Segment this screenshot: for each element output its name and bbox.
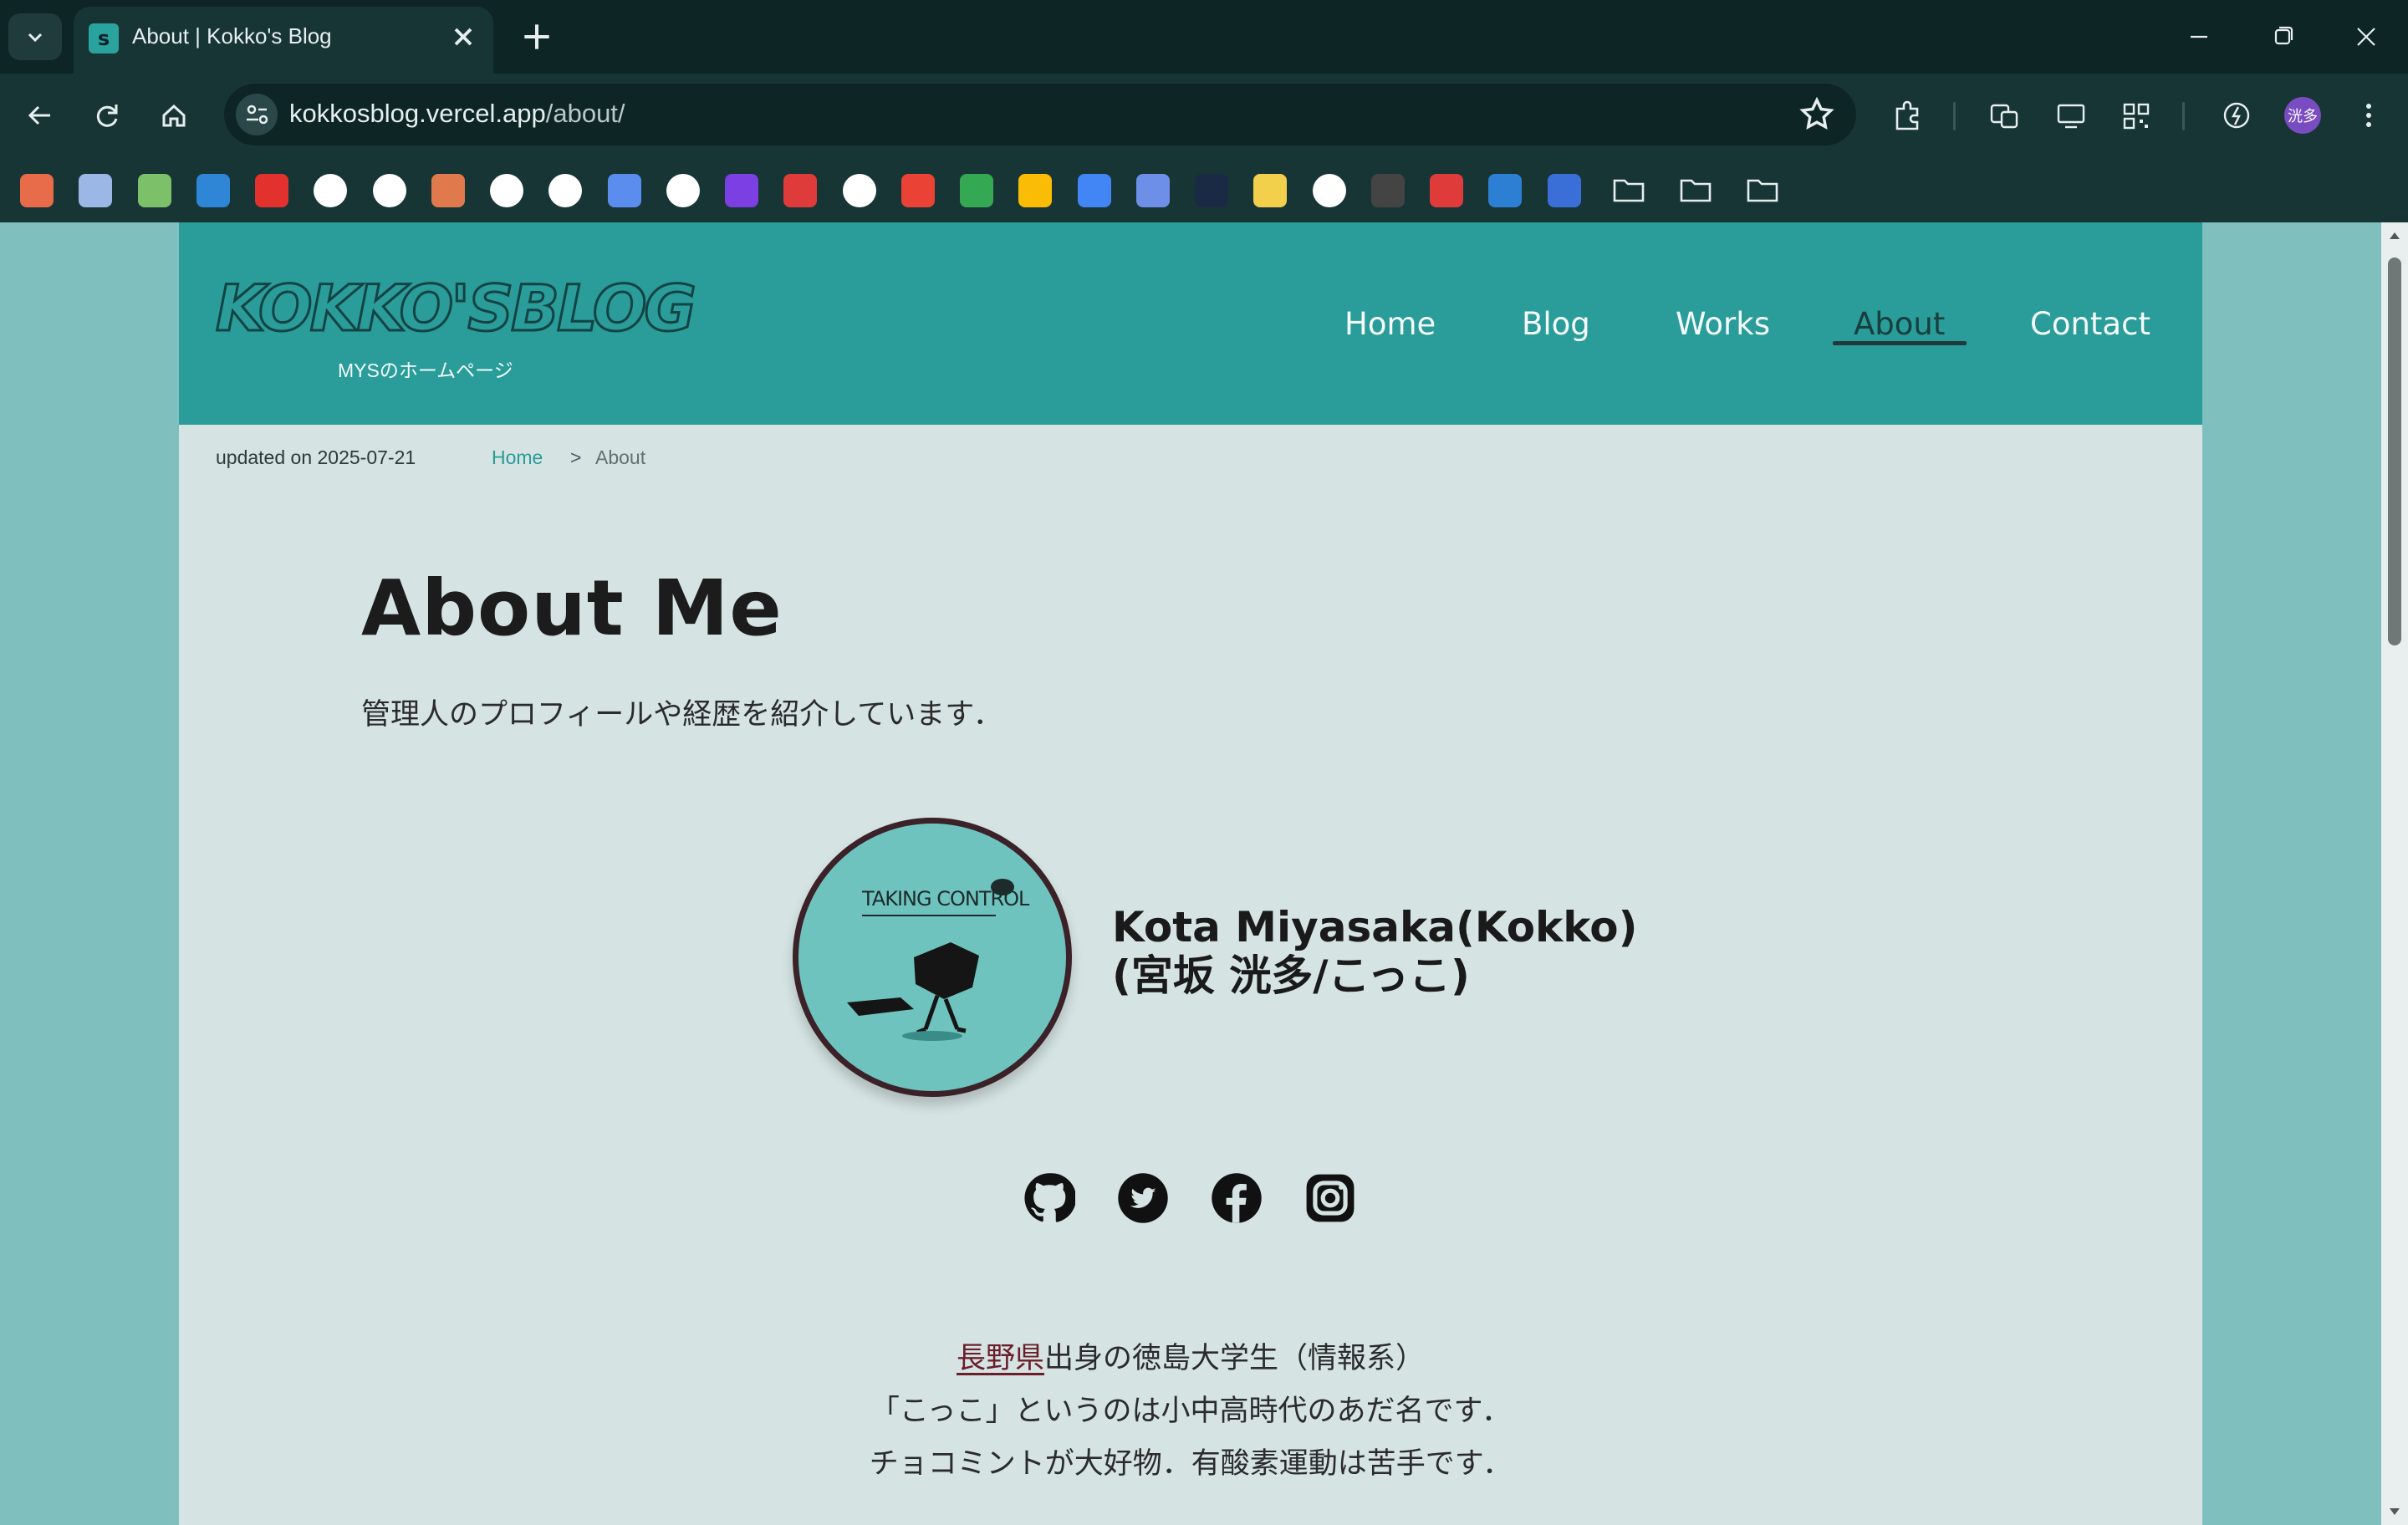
bio-line-2: 「こっこ」というのは小中高時代のあだ名です． [870, 1395, 1512, 1428]
tab-search-button[interactable] [8, 13, 62, 60]
extensions-icon[interactable] [1886, 94, 1928, 137]
bookmark-mask-icon[interactable] [783, 174, 818, 207]
bookmark-notion-icon[interactable] [725, 174, 759, 207]
profile-name: Kota Miyasaka(Kokko) (宮坂 洸多/こっこ) [1112, 903, 1637, 1000]
bio-line-3: チョコミントが大好物．有酸素運動は苦手です． [869, 1447, 1513, 1481]
updated-date: updated on 2025-07-21 [216, 446, 416, 468]
browser-toolbar: kokkosblog.vercel.app/about/ [0, 74, 2408, 157]
restore-icon[interactable] [2258, 15, 2308, 59]
reload-icon[interactable] [85, 94, 129, 137]
twitter-icon[interactable] [1117, 1172, 1169, 1224]
prefecture-link[interactable]: 長野県 [957, 1342, 1044, 1375]
page-subtitle: 管理人のプロフィールや経歴を紹介しています． [361, 698, 1002, 732]
bookmark-dark-icon[interactable] [1370, 174, 1405, 207]
tab-strip: s About | Kokko's Blog [0, 0, 2408, 74]
performance-icon[interactable] [2216, 94, 2258, 137]
breadcrumb-separator: > [570, 446, 582, 468]
facebook-icon[interactable] [1211, 1172, 1263, 1224]
bookmark-edge-icon[interactable] [1547, 174, 1581, 207]
profile-name-japanese: (宮坂 洸多/こっこ) [1112, 951, 1470, 1000]
avatar: TAKING CONTROL [793, 818, 1072, 1097]
bookmark-gmail-icon[interactable] [900, 174, 935, 207]
scroll-up-icon[interactable] [2386, 227, 2403, 244]
bookmark-youtube-icon[interactable] [255, 174, 288, 207]
bookmark-folder-icon[interactable] [1610, 172, 1647, 207]
nav-about[interactable]: About [1854, 306, 1945, 342]
tune-icon [247, 105, 268, 125]
site-container: KOKKO'SBLOG MYSのホームページ Home Blog Works A… [179, 222, 2202, 1525]
page-title: About Me [361, 564, 783, 653]
bookmark-maps-icon[interactable] [960, 174, 994, 207]
bookmark-refresh-icon[interactable] [1430, 174, 1464, 207]
bookmark-github-icon[interactable] [314, 174, 348, 207]
site-tagline: MYSのホームページ [338, 360, 513, 381]
nav-active-underline [1833, 341, 1967, 345]
toolbar-separator [2182, 102, 2185, 130]
bookmark-folder-icon[interactable] [1744, 172, 1781, 207]
github-icon[interactable] [1023, 1172, 1075, 1224]
bookmark-calendar-icon[interactable] [1077, 174, 1111, 207]
bio-line-1-text: 出身の徳島大学生（情報系） [1044, 1342, 1426, 1375]
bookmark-onedrive-icon[interactable] [196, 174, 230, 207]
chevron-down-icon [28, 33, 43, 43]
site-favicon-icon: s [89, 23, 119, 54]
nav-home[interactable]: Home [1344, 306, 1436, 342]
bio-line-1: 長野県出身の徳島大学生（情報系） [179, 1334, 2202, 1377]
bookmark-qr-icon[interactable] [1312, 174, 1346, 207]
translate-icon[interactable] [1983, 94, 2025, 137]
scrollbar-thumb[interactable] [2388, 258, 2401, 645]
avatar-illustration [847, 879, 1014, 1041]
url-host: kokkosblog.vercel.app [289, 99, 546, 128]
bookmark-globe-icon[interactable] [1488, 174, 1523, 207]
breadcrumb-current: About [595, 446, 646, 468]
bookmark-vercel-icon[interactable] [372, 174, 406, 207]
bookmark-photo-icon[interactable] [79, 174, 113, 207]
cast-icon[interactable] [2050, 94, 2092, 137]
instagram-icon[interactable] [1304, 1172, 1356, 1224]
new-tab-icon[interactable] [518, 18, 555, 55]
nav-contact[interactable]: Contact [2030, 306, 2150, 342]
bookmark-terminal-icon[interactable] [1195, 174, 1229, 207]
close-icon[interactable] [448, 22, 478, 52]
toolbar-separator [1953, 102, 1956, 130]
bookmark-robot-icon[interactable] [666, 174, 700, 207]
site-header: KOKKO'SBLOG MYSのホームページ Home Blog Works A… [179, 222, 2202, 425]
url-text[interactable]: kokkosblog.vercel.app/about/ [289, 99, 625, 129]
site-logo[interactable]: KOKKO'SBLOG [215, 270, 698, 347]
browser-tab[interactable]: s About | Kokko's Blog [74, 7, 493, 74]
bookmark-translate-icon[interactable] [1135, 174, 1170, 207]
bookmark-drive-icon[interactable] [1018, 174, 1053, 207]
bookmark-gemini-icon[interactable] [607, 174, 641, 207]
bookmark-coin-icon[interactable] [1253, 174, 1288, 207]
bookmark-kokko-icon[interactable] [20, 174, 54, 207]
profile-name-english: Kota Miyasaka(Kokko) [1112, 903, 1638, 951]
nav-works[interactable]: Works [1676, 306, 1770, 342]
bookmark-claude-icon[interactable] [431, 174, 465, 207]
scroll-down-icon[interactable] [2386, 1503, 2403, 1520]
minimize-icon[interactable] [2174, 15, 2224, 59]
bookmark-plant-icon[interactable] [137, 174, 171, 207]
site-info-button[interactable] [236, 94, 278, 135]
home-icon[interactable] [152, 94, 196, 137]
qr-code-icon[interactable] [2115, 94, 2157, 137]
bookmark-grammarly-icon[interactable] [842, 174, 876, 207]
page-scrollbar[interactable] [2381, 222, 2408, 1525]
bookmark-perplexity-icon[interactable] [490, 174, 524, 207]
more-menu-icon[interactable] [2348, 94, 2390, 137]
bookmarks-bar [0, 157, 2408, 222]
bookmark-chatgpt-icon[interactable] [548, 174, 583, 207]
url-path: /about/ [545, 99, 625, 128]
bookmark-folder-icon[interactable] [1677, 172, 1714, 207]
tab-title: About | Kokko's Blog [132, 23, 332, 48]
breadcrumb-home[interactable]: Home [492, 446, 543, 469]
address-bar[interactable]: kokkosblog.vercel.app/about/ [224, 84, 1856, 145]
nav-blog[interactable]: Blog [1522, 306, 1590, 342]
profile-avatar[interactable]: 洸多 [2284, 97, 2321, 134]
bookmark-star-icon[interactable] [1798, 95, 1836, 134]
close-window-icon[interactable] [2341, 15, 2391, 59]
back-icon[interactable] [18, 94, 62, 137]
